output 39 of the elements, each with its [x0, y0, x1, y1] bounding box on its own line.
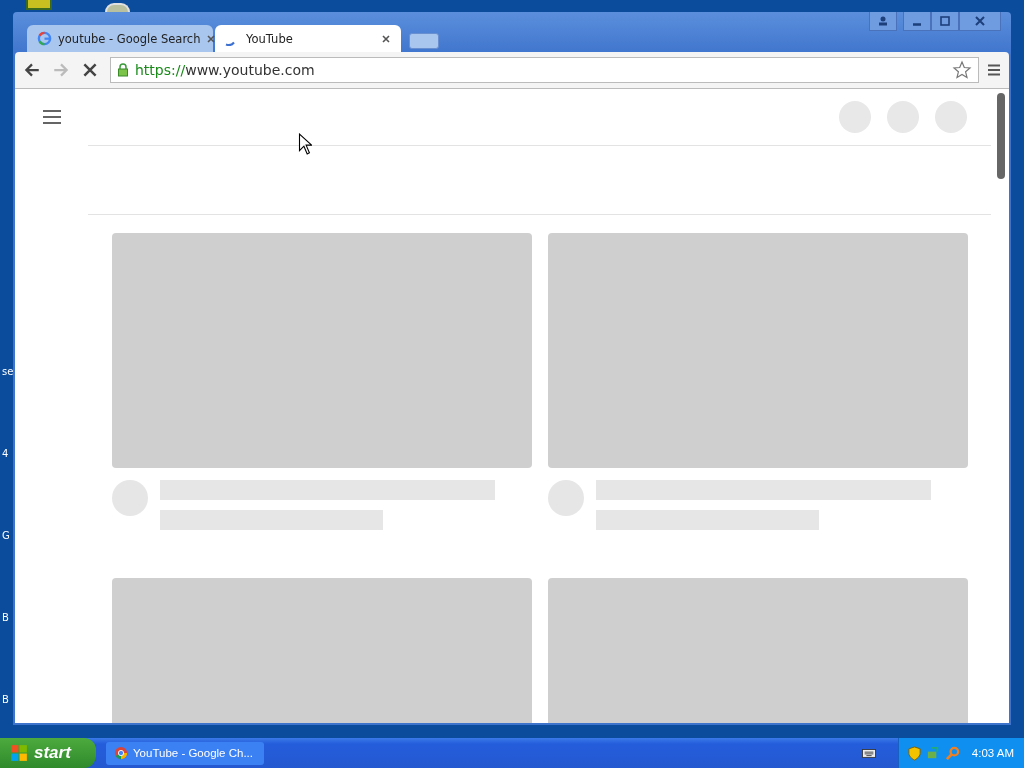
windows-logo-icon [10, 744, 28, 762]
address-bar[interactable]: https://www.youtube.com [110, 57, 979, 83]
shield-icon[interactable] [906, 745, 922, 761]
browser-tab[interactable]: youtube - Google Search [27, 25, 213, 52]
avatar-placeholder [112, 480, 148, 516]
keyboard-icon[interactable] [861, 747, 876, 759]
person-icon [877, 15, 889, 27]
tab-title: youtube - Google Search [58, 31, 201, 46]
desktop-icon-label: B [2, 612, 9, 624]
app-icon[interactable] [26, 0, 52, 10]
mouse-cursor-icon [298, 133, 312, 155]
tab-title: YouTube [246, 31, 294, 46]
desktop-icon-label: B [2, 694, 9, 706]
close-icon [974, 15, 986, 27]
scrollbar-thumb[interactable] [997, 93, 1005, 179]
back-icon[interactable] [23, 61, 41, 79]
profile-button[interactable] [869, 12, 897, 31]
close-icon[interactable] [381, 33, 391, 44]
browser-tab[interactable]: YouTube [215, 25, 401, 52]
maximize-icon [939, 15, 951, 27]
start-button[interactable]: start [0, 738, 96, 768]
desktop-icon-label: se [2, 366, 14, 378]
desktop-icon-label: 4 [2, 448, 9, 460]
desktop-icon-label: G [2, 530, 10, 542]
avatar-placeholder [548, 480, 584, 516]
menu-icon[interactable] [987, 63, 1001, 77]
taskbar-button[interactable]: YouTube - Google Ch... [106, 741, 264, 765]
menu-icon[interactable] [43, 110, 61, 124]
close-icon[interactable] [206, 33, 217, 44]
maximize-button[interactable] [931, 12, 959, 31]
url-text: https://www.youtube.com [135, 62, 316, 78]
close-window-button[interactable] [959, 12, 1001, 31]
minimize-icon [913, 22, 921, 26]
chrome-logo-icon [114, 746, 128, 760]
clock: 4:03 AM [971, 747, 1014, 759]
star-icon[interactable] [952, 60, 972, 80]
stop-icon[interactable] [81, 61, 99, 79]
new-tab-button[interactable] [409, 33, 439, 49]
minimize-button[interactable] [903, 12, 931, 31]
